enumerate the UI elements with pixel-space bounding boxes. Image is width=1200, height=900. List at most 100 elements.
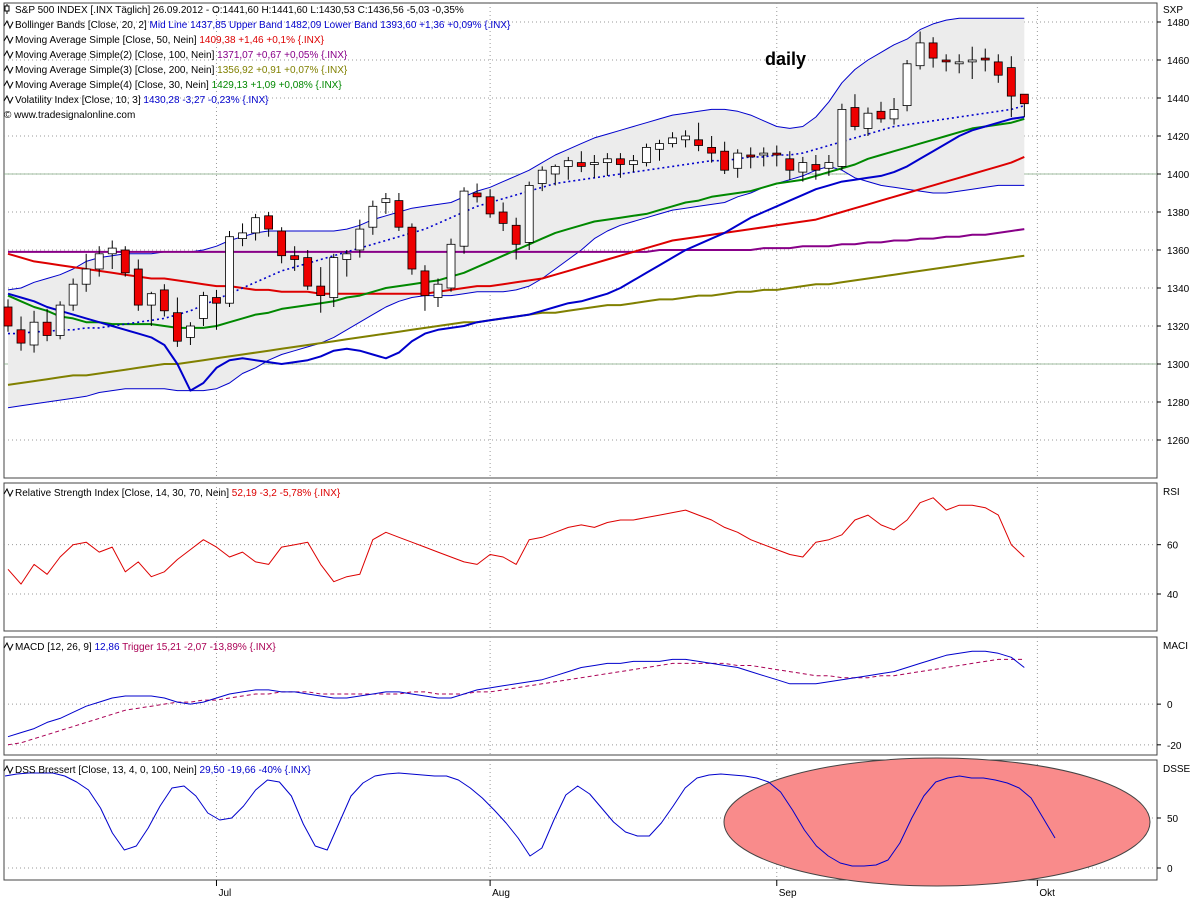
macd-legend: MACD [12, 26, 9] 12,86 Trigger 15,21 -2,… bbox=[15, 642, 276, 653]
candle-body bbox=[695, 140, 703, 146]
price-legend-1: Bollinger Bands [Close, 20, 2] Mid Line … bbox=[15, 20, 511, 31]
price-legend-4: Moving Average Simple(3) [Close, 200, Ne… bbox=[15, 65, 348, 76]
price-legend-5: Moving Average Simple(4) [Close, 30, Nei… bbox=[15, 80, 342, 91]
price-legend-3-value: 1371,07 +0,67 +0,05% {.INX} bbox=[217, 50, 348, 61]
price-legend-7: © www.tradesignalonline.com bbox=[4, 110, 135, 121]
candle-body bbox=[538, 170, 546, 183]
candle-body bbox=[1020, 94, 1028, 104]
candle-body bbox=[356, 229, 364, 250]
candle-body bbox=[616, 159, 624, 165]
candle-body bbox=[877, 111, 885, 119]
dss-tick-label-0: 0 bbox=[1167, 864, 1173, 875]
candle-body bbox=[669, 138, 677, 144]
candle-icon-body bbox=[5, 6, 9, 11]
price-legend-0-value: O:1441,60 H:1441,60 L:1430,53 C:1436,56 … bbox=[212, 5, 464, 16]
candle-body bbox=[134, 269, 142, 305]
candle-body bbox=[160, 290, 168, 311]
candle-body bbox=[199, 296, 207, 319]
candle-body bbox=[252, 218, 260, 233]
price-legend-5-value: 1429,13 +1,09 +0,08% {.INX} bbox=[212, 80, 343, 91]
candle-body bbox=[551, 166, 559, 174]
candle-body bbox=[4, 307, 12, 326]
candle-body bbox=[82, 269, 90, 284]
rsi-legend: Relative Strength Index [Close, 14, 30, … bbox=[15, 488, 341, 499]
price-legend-1-value: Mid Line 1437,85 Upper Band 1482,09 Lowe… bbox=[150, 20, 511, 31]
candle-body bbox=[265, 216, 273, 229]
price-legend-4-value: 1356,92 +0,91 +0,07% {.INX} bbox=[217, 65, 348, 76]
candle-body bbox=[942, 60, 950, 62]
candle-body bbox=[564, 161, 572, 167]
candle-body bbox=[56, 305, 64, 335]
price-legend-3: Moving Average Simple(2) [Close, 100, Ne… bbox=[15, 50, 348, 61]
candle-body bbox=[447, 244, 455, 288]
candle-body bbox=[851, 108, 859, 127]
candle-body bbox=[291, 256, 299, 260]
dss-legend-prefix: DSS Bressert [Close, 13, 4, 0, 100, Nein… bbox=[15, 765, 200, 776]
candle-body bbox=[147, 294, 155, 305]
dss-legend: DSS Bressert [Close, 13, 4, 0, 100, Nein… bbox=[15, 765, 311, 776]
daily-annotation: daily bbox=[765, 49, 806, 69]
candle-body bbox=[812, 165, 820, 171]
time-label-3: Okt bbox=[1039, 888, 1055, 899]
candle-body bbox=[903, 64, 911, 106]
rsi-axis-label: RSI bbox=[1163, 487, 1180, 498]
rsi-tick-label-1: 60 bbox=[1167, 541, 1179, 552]
candle-body bbox=[773, 153, 781, 155]
price-legend-6-value: 1430,28 -3,27 -0,23% {.INX} bbox=[143, 95, 269, 106]
candle-body bbox=[656, 144, 664, 150]
macd-axis-label: MACI bbox=[1163, 641, 1188, 652]
candle-body bbox=[734, 153, 742, 168]
dss-axis-label: DSSE bbox=[1163, 764, 1191, 775]
candle-body bbox=[408, 227, 416, 269]
price-legend-1-prefix: Bollinger Bands [Close, 20, 2] bbox=[15, 20, 150, 31]
candle-body bbox=[343, 254, 351, 260]
candle-body bbox=[864, 113, 872, 128]
stock-chart: 1260128013001320134013601380140014201440… bbox=[0, 0, 1200, 900]
candle-body bbox=[17, 330, 25, 343]
dss-panel: 050DSSEDSS Bressert [Close, 13, 4, 0, 10… bbox=[4, 758, 1191, 886]
price-tick-label-11: 1480 bbox=[1167, 18, 1190, 29]
candle-body bbox=[30, 322, 38, 345]
candle-body bbox=[799, 163, 807, 173]
candle-body bbox=[382, 199, 390, 203]
candle-body bbox=[499, 212, 507, 223]
price-legend-4-prefix: Moving Average Simple(3) [Close, 200, Ne… bbox=[15, 65, 217, 76]
candle-body bbox=[786, 159, 794, 170]
price-tick-label-10: 1460 bbox=[1167, 56, 1190, 67]
price-symbol: SXP bbox=[1163, 5, 1183, 16]
price-tick-label-3: 1320 bbox=[1167, 322, 1190, 333]
candle-body bbox=[369, 206, 377, 227]
candle-body bbox=[473, 193, 481, 197]
candle-body bbox=[760, 153, 768, 155]
candle-body bbox=[642, 147, 650, 162]
candle-body bbox=[721, 151, 729, 170]
candle-body bbox=[955, 62, 963, 64]
candle-body bbox=[577, 163, 585, 167]
candle-body bbox=[747, 155, 755, 157]
price-legend-6: Volatility Index [Close, 10, 3] 1430,28 … bbox=[15, 95, 269, 106]
candle-body bbox=[929, 43, 937, 58]
price-legend-6-prefix: Volatility Index [Close, 10, 3] bbox=[15, 95, 143, 106]
price-tick-label-4: 1340 bbox=[1167, 284, 1190, 295]
candle-body bbox=[278, 231, 286, 256]
candle-body bbox=[108, 248, 116, 254]
candle-body bbox=[421, 271, 429, 296]
candle-body bbox=[590, 163, 598, 165]
candle-body bbox=[212, 298, 220, 304]
price-tick-label-8: 1420 bbox=[1167, 132, 1190, 143]
price-legend-7-prefix: © www.tradesignalonline.com bbox=[4, 110, 135, 121]
price-legend-2: Moving Average Simple [Close, 50, Nein] … bbox=[15, 35, 325, 46]
dss-legend-value: 29,50 -19,66 -40% {.INX} bbox=[200, 765, 312, 776]
price-legend-0-prefix: S&P 500 INDEX [.INX Täglich] 26.09.2012 … bbox=[15, 5, 212, 16]
candle-body bbox=[239, 233, 247, 239]
candle-body bbox=[838, 109, 846, 166]
candle-body bbox=[968, 60, 976, 62]
price-legend-2-prefix: Moving Average Simple [Close, 50, Nein] bbox=[15, 35, 199, 46]
macd-legend-part-0: MACD [12, 26, 9] bbox=[15, 642, 94, 653]
candle-body bbox=[916, 43, 924, 66]
candle-body bbox=[525, 185, 533, 242]
price-tick-label-7: 1400 bbox=[1167, 170, 1190, 181]
candle-body bbox=[395, 201, 403, 228]
candle-body bbox=[629, 161, 637, 165]
price-legend-0: S&P 500 INDEX [.INX Täglich] 26.09.2012 … bbox=[15, 5, 464, 16]
